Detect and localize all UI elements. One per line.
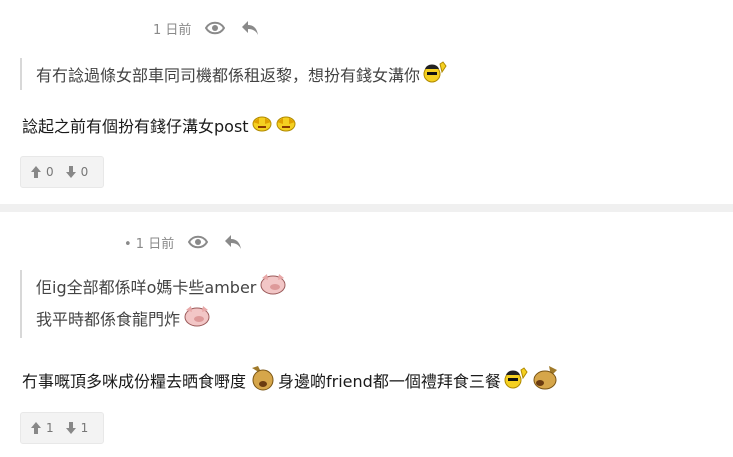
- eye-icon[interactable]: [205, 21, 226, 35]
- post-body: 諗起之前有個扮有錢仔溝女post: [22, 111, 297, 139]
- thumbs-down-icon: [65, 422, 76, 434]
- post-time: • 1 日前: [124, 236, 175, 252]
- post-body-text: 冇事嘅頂多咪成份糧去晒食嘢度: [22, 372, 247, 391]
- thumbs-up-icon: [31, 422, 41, 434]
- post-meta: 1 日前: [153, 18, 259, 38]
- emoji-icon: [422, 60, 448, 88]
- post-separator: [0, 204, 733, 212]
- post-body-text: 諗起之前有個扮有錢仔溝女post: [22, 117, 249, 136]
- quote-text: 佢ig全部都係咩o媽卡些amber: [36, 278, 257, 297]
- quote-line: 佢ig全部都係咩o媽卡些amber: [36, 270, 288, 302]
- reply-icon[interactable]: [241, 20, 259, 36]
- downvote-button[interactable]: 0: [65, 165, 89, 179]
- post-time: 1 日前: [153, 22, 192, 38]
- pig-emoji-icon: [258, 272, 288, 300]
- quote-block: 有冇諗過條女部車同司機都係租返黎，想扮有錢女溝你: [20, 58, 448, 90]
- quote-text: 我平時都係食龍門炸: [36, 310, 181, 329]
- quote-text: 有冇諗過條女部車同司機都係租返黎，想扮有錢女溝你: [36, 66, 421, 85]
- vote-bar: 0 0: [20, 156, 104, 188]
- upvote-count: 1: [46, 421, 54, 435]
- comment-post: 1 日前 有冇諗過條女部車同司機都係租返黎，想扮有錢女溝你 諗起之前有個扮有錢仔…: [0, 0, 733, 204]
- quote-line: 有冇諗過條女部車同司機都係租返黎，想扮有錢女溝你: [36, 58, 448, 90]
- thumbs-up-icon: [31, 166, 41, 178]
- downvote-button[interactable]: 1: [65, 421, 89, 435]
- upvote-button[interactable]: 1: [31, 421, 54, 435]
- reply-icon[interactable]: [224, 234, 242, 250]
- upvote-button[interactable]: 0: [31, 165, 54, 179]
- pig-emoji-icon: [182, 304, 212, 332]
- emoji-icon: [251, 114, 273, 136]
- vote-bar: 1 1: [20, 412, 104, 444]
- post-body: 冇事嘅頂多咪成份糧去晒食嘢度 身邊啲friend都一個禮拜食三餐: [22, 365, 561, 395]
- upvote-count: 0: [46, 165, 54, 179]
- downvote-count: 1: [80, 421, 89, 435]
- thumbs-down-icon: [65, 166, 76, 178]
- quote-block: 佢ig全部都係咩o媽卡些amber 我平時都係食龍門炸: [20, 270, 288, 338]
- comment-post: • 1 日前 佢ig全部都係咩o媽卡些amber 我平時都係食龍門炸 冇事嘅頂多…: [0, 212, 733, 457]
- downvote-count: 0: [80, 165, 89, 179]
- emoji-icon: [275, 114, 297, 136]
- post-meta: • 1 日前: [124, 232, 242, 252]
- post-body-text: 身邊啲friend都一個禮拜食三餐: [278, 372, 501, 391]
- quote-line: 我平時都係食龍門炸: [36, 302, 288, 334]
- eye-icon[interactable]: [188, 235, 209, 249]
- emoji-icon: [503, 366, 529, 394]
- dog-emoji-icon: [531, 364, 561, 396]
- dog-emoji-icon: [248, 364, 278, 396]
